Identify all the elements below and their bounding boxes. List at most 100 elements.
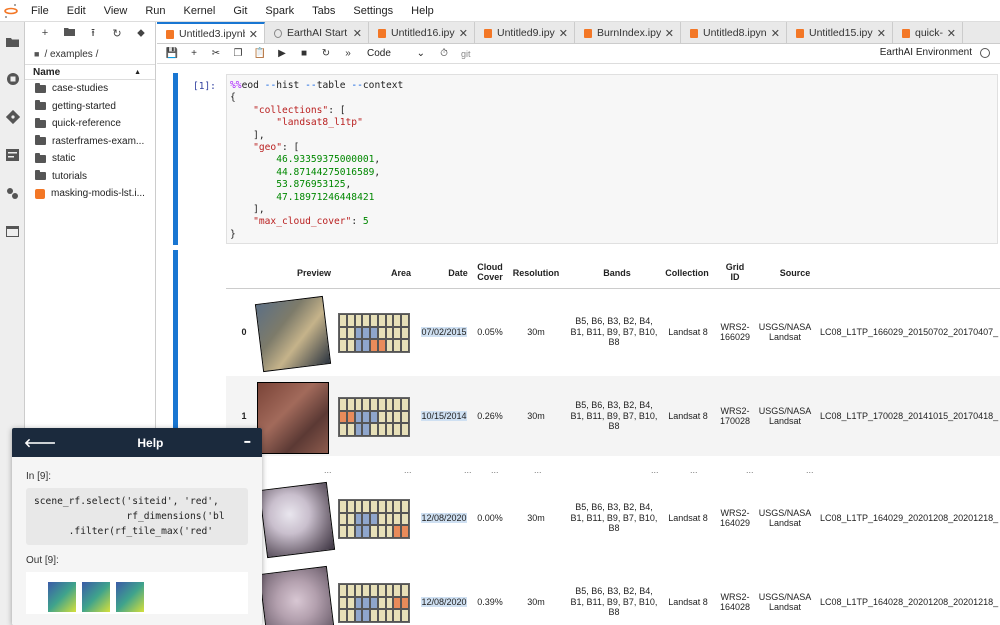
running-icon[interactable] [0, 60, 25, 98]
ellipsis: ... [690, 464, 698, 475]
close-icon[interactable]: ✕ [459, 27, 468, 40]
tab-earthai-start-h[interactable]: EarthAI Start H ✕ [265, 22, 369, 43]
tab-label: Untitled15.ipynb [809, 27, 873, 39]
back-arrow-icon[interactable]: 🡐 [24, 435, 56, 450]
menu-item-spark[interactable]: Spark [256, 0, 303, 22]
scene-preview-image [258, 565, 336, 625]
tab-untitled15-ipynb[interactable]: Untitled15.ipynb ✕ [787, 22, 893, 43]
menu-item-view[interactable]: View [95, 0, 137, 22]
date-cell: 12/08/2020 [416, 478, 472, 558]
grid-cell [339, 339, 347, 352]
table-row[interactable]: 0 07/02/2015 0.05% 30m B5, B6, B3, B2, B4, B… [226, 292, 1000, 373]
tabs-icon[interactable] [0, 212, 25, 250]
cell-type-select[interactable]: Code ⌄ [367, 48, 425, 59]
new-launcher-icon[interactable]: + [33, 27, 57, 39]
file-browser-notebook[interactable]: masking-modis-lst.i... [25, 185, 155, 203]
cloud-cover-cell: 0.26% [473, 376, 507, 456]
table-row[interactable]: 12/08/2020 0.39% 30m B5, B6, B3, B2, B4, B1… [226, 562, 1000, 625]
help-title: Help [137, 435, 164, 450]
menu-item-settings[interactable]: Settings [344, 0, 402, 22]
grid-cell [370, 326, 378, 340]
extension-icon[interactable] [0, 174, 25, 212]
column-header-cloud-cover[interactable]: Cloud Cover [474, 262, 506, 282]
resolution-cell-text: 30m [527, 326, 545, 337]
code-line: %%eod --hist --table --context [230, 80, 994, 92]
menu-item-tabs[interactable]: Tabs [303, 0, 344, 22]
copy-icon[interactable]: ❐ [227, 48, 249, 59]
tab-untitled16-ipynb[interactable]: Untitled16.ipynb ✕ [369, 22, 475, 43]
git-diff-button[interactable]: git [461, 49, 471, 59]
tab-untitled8-ipynb[interactable]: Untitled8.ipynb ✕ [681, 22, 787, 43]
folder-icon: ■ [34, 49, 40, 59]
file-list-header[interactable]: Name ▲ [25, 64, 155, 80]
scene-id-text: LC08_L1TP_170028_20141015_20170418_ [820, 410, 999, 421]
name-column-header[interactable]: Name [33, 67, 60, 78]
property-inspector-icon[interactable] [0, 136, 25, 174]
fast-forward-icon[interactable]: » [337, 48, 359, 59]
tab-untitled3-ipynb[interactable]: Untitled3.ipynb ✕ [157, 22, 265, 43]
table-row[interactable]: 12/08/2020 0.00% 30m B5, B6, B3, B2, B4, B1… [226, 478, 1000, 559]
menu-item-run[interactable]: Run [136, 0, 174, 22]
grid-cell [385, 609, 394, 622]
save-icon[interactable]: 💾 [161, 48, 183, 59]
menu-item-file[interactable]: File [22, 0, 58, 22]
stop-icon[interactable]: ■ [293, 48, 315, 59]
kernel-indicator[interactable]: EarthAI Environment [880, 47, 990, 58]
close-icon[interactable]: ✕ [559, 27, 568, 40]
cell-collapser[interactable] [173, 73, 178, 245]
tab-burnindex-ipynb[interactable]: BurnIndex.ipynb ✕ [575, 22, 681, 43]
column-header-area[interactable]: Area [366, 268, 436, 278]
close-icon[interactable]: ✕ [665, 27, 674, 40]
code-cell-editor[interactable]: %%eod --hist --table --context{ "collect… [226, 74, 998, 244]
close-icon[interactable]: ✕ [947, 27, 956, 40]
column-header-grid-id[interactable]: Grid ID [716, 262, 754, 282]
new-folder-icon[interactable] [57, 27, 81, 39]
refresh-icon[interactable]: ↻ [105, 27, 129, 40]
menu-item-edit[interactable]: Edit [58, 0, 95, 22]
menu-item-git[interactable]: Git [224, 0, 256, 22]
git-clone-icon[interactable]: ⬥ [129, 27, 153, 40]
tab-quick-example-[interactable]: quick-example- ✕ [893, 22, 963, 43]
column-header-collection[interactable]: Collection [663, 268, 711, 278]
grid-cell [339, 596, 347, 610]
close-icon[interactable]: ✕ [771, 27, 780, 40]
column-header-bands[interactable]: Bands [576, 268, 658, 278]
resolution-cell: 30m [512, 376, 560, 456]
git-icon[interactable] [0, 98, 25, 136]
column-header-preview[interactable]: Preview [274, 268, 354, 278]
run-icon[interactable]: ▶ [271, 48, 293, 59]
jupyter-logo-icon[interactable] [0, 0, 22, 22]
paste-icon[interactable]: 📋 [249, 48, 271, 59]
tab-untitled9-ipynb[interactable]: Untitled9.ipynb ✕ [475, 22, 575, 43]
grid-cell [370, 525, 378, 538]
folder-icon[interactable] [0, 22, 25, 60]
file-browser-folder[interactable]: tutorials [25, 168, 155, 186]
restart-icon[interactable]: ↻ [315, 48, 337, 59]
clock-icon[interactable]: ⏱ [433, 48, 455, 59]
breadcrumb[interactable]: ■ / examples / [25, 44, 155, 64]
table-row[interactable]: 1 10/15/2014 0.26% 30m B5, B6, B3, B2, B4, B… [226, 376, 1000, 456]
grid-cell [362, 512, 371, 526]
column-header-source[interactable]: Source [776, 268, 814, 278]
close-icon[interactable]: ✕ [249, 28, 258, 41]
file-browser-folder[interactable]: quick-reference [25, 115, 155, 133]
menu-item-kernel[interactable]: Kernel [175, 0, 225, 22]
cut-icon[interactable]: ✂ [205, 48, 227, 59]
close-icon[interactable]: ✕ [877, 27, 886, 40]
code-token: 53.876953125 [276, 179, 346, 191]
menu-item-help[interactable]: Help [402, 0, 443, 22]
minimize-icon[interactable]: ━ [245, 437, 250, 448]
file-browser-folder[interactable]: static [25, 150, 155, 168]
file-name: tutorials [52, 170, 88, 182]
column-header-resolution[interactable]: Resolution [508, 268, 564, 278]
grid-cell [385, 500, 394, 513]
column-header-date[interactable]: Date [440, 268, 476, 278]
file-browser-folder[interactable]: rasterframes-exam... [25, 133, 155, 151]
upload-icon[interactable]: ⭱ [81, 24, 105, 43]
file-browser-folder[interactable]: getting-started [25, 98, 155, 116]
grid-cell [393, 512, 402, 526]
add-cell-icon[interactable]: + [183, 48, 205, 59]
close-icon[interactable]: ✕ [353, 27, 362, 40]
file-browser-folder[interactable]: case-studies [25, 80, 155, 98]
